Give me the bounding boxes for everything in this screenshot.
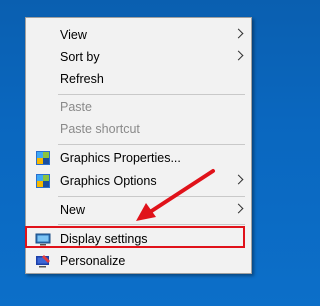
annotation-arrow-icon <box>136 169 215 221</box>
